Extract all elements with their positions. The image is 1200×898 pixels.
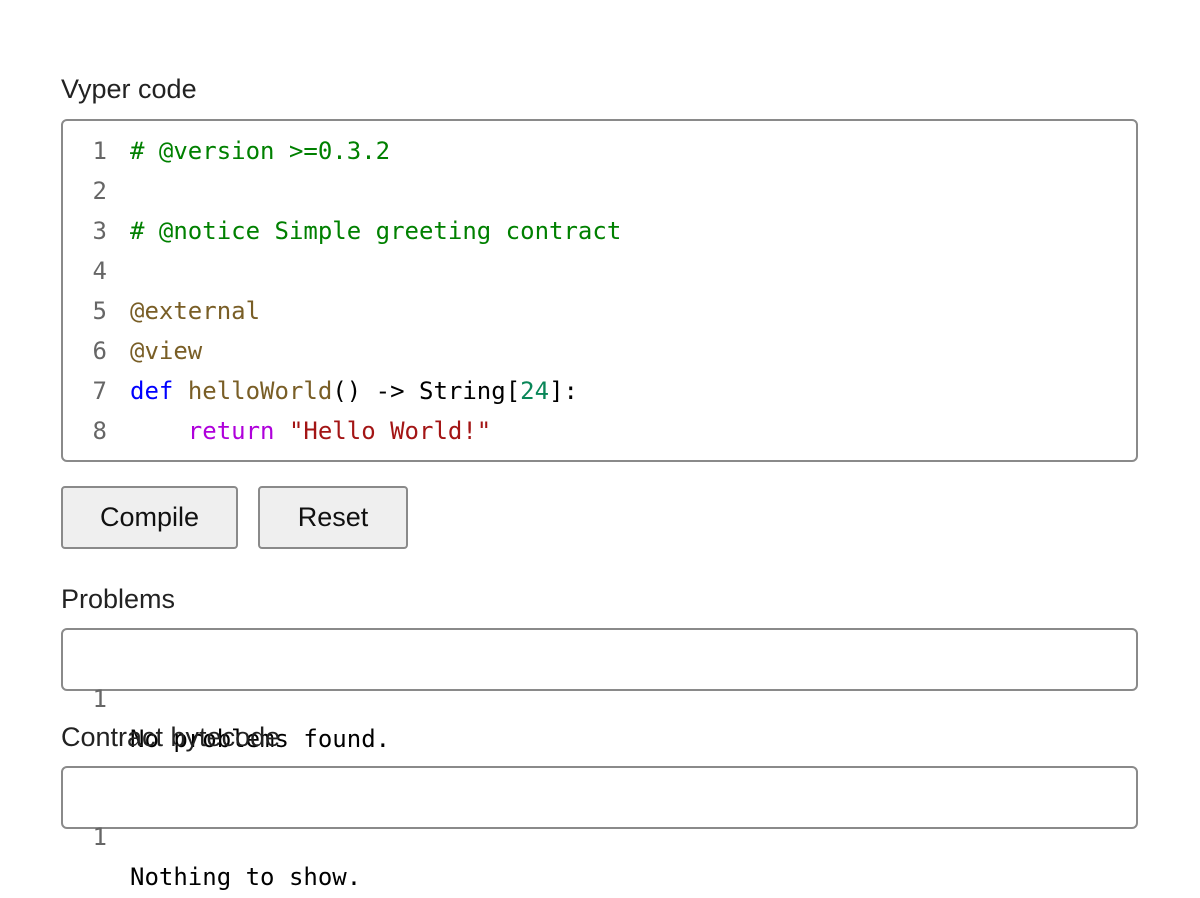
- compile-button[interactable]: Compile: [61, 486, 238, 549]
- bytecode-output[interactable]: 1 Nothing to show.: [61, 766, 1138, 891]
- vyper-code-editor[interactable]: 1 # @version >=0.3.2 2 3 # @notice Simple gr…: [61, 119, 1138, 462]
- code-token: @external: [130, 297, 261, 325]
- code-token: def: [130, 377, 174, 405]
- code-token: ]:: [549, 377, 578, 405]
- code-token: # @version >=0.3.2: [130, 137, 391, 165]
- bytecode-line: 1 Nothing to show.: [63, 777, 1136, 891]
- code-line: 4: [63, 251, 1136, 291]
- code-line: 5 @external: [63, 291, 1136, 331]
- code-line: 6 @view: [63, 331, 1136, 371]
- contract-bytecode-label: Contract bytecode: [61, 722, 281, 752]
- line-number: 5: [92, 297, 107, 325]
- line-number: 1: [92, 137, 107, 165]
- problems-line: 1 No problems found.: [63, 639, 1136, 753]
- code-line: 7 def helloWorld() -> String[24]:: [63, 371, 1136, 411]
- code-token: "Hello World!": [288, 417, 492, 445]
- code-line: 3 # @notice Simple greeting contract: [63, 211, 1136, 251]
- line-number: 4: [92, 257, 107, 285]
- code-token: helloWorld: [187, 377, 333, 405]
- code-text: def helloWorld() -> String[24]:: [130, 371, 578, 411]
- bytecode-text: Nothing to show.: [130, 863, 362, 891]
- code-token: @view: [130, 337, 203, 365]
- code-text: @external: [130, 291, 260, 331]
- line-number: 1: [92, 685, 107, 713]
- code-line: 2: [63, 171, 1136, 211]
- line-number: 8: [92, 417, 107, 445]
- problems-output[interactable]: 1 No problems found.: [61, 628, 1138, 753]
- code-token: () -> String[: [332, 377, 521, 405]
- code-token: return: [187, 417, 275, 445]
- problems-label: Problems: [61, 584, 176, 614]
- line-number: 1: [92, 823, 107, 851]
- vyper-code-label: Vyper code: [61, 74, 197, 104]
- reset-button[interactable]: Reset: [258, 486, 408, 549]
- line-number: 6: [92, 337, 107, 365]
- line-number: 3: [92, 217, 107, 245]
- vyper-playground: Vyper code 1 # @version >=0.3.2 2 3 # @notic…: [0, 0, 1200, 898]
- code-text: # @version >=0.3.2: [130, 131, 390, 171]
- code-token: 24: [520, 377, 550, 405]
- line-number: 7: [92, 377, 107, 405]
- code-line: 1 # @version >=0.3.2: [63, 131, 1136, 171]
- code-text: return "Hello World!": [130, 411, 491, 451]
- code-text: @view: [130, 331, 202, 371]
- code-line: 8 return "Hello World!": [63, 411, 1136, 451]
- code-token: # @notice Simple greeting contract: [130, 217, 622, 245]
- code-text: # @notice Simple greeting contract: [130, 211, 621, 251]
- line-number: 2: [92, 177, 107, 205]
